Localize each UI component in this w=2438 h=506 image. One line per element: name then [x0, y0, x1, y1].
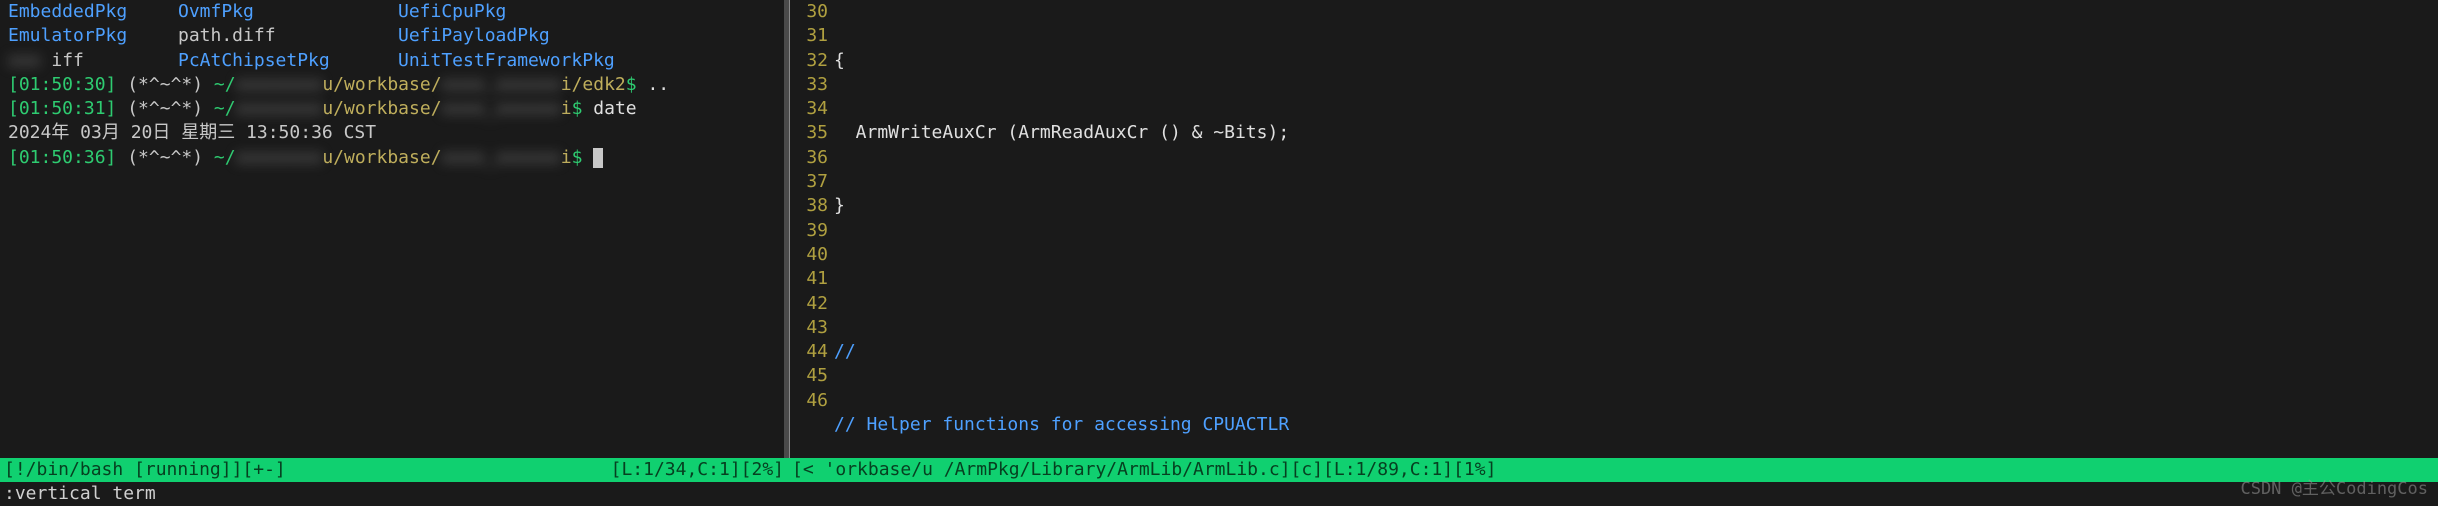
- line-number: 40: [790, 243, 828, 267]
- blurred-text: xxxxxxxx: [236, 98, 323, 119]
- line-number: 31: [790, 24, 828, 48]
- line-number: 35: [790, 121, 828, 145]
- date-output: 2024年 03月 20日 星期三 13:50:36 CST: [8, 121, 776, 145]
- prompt-dollar: $: [626, 74, 637, 95]
- ls-item: UefiCpuPkg: [398, 0, 776, 24]
- line-number: 43: [790, 316, 828, 340]
- line-number: 34: [790, 97, 828, 121]
- status-filename: [< 'orkbase/u /ArmPkg/Library/ArmLib/Arm…: [792, 458, 1496, 482]
- editor-pane[interactable]: 30 31 32 33 34 35 36 37 38 39 40 41 42 4…: [790, 0, 2438, 458]
- line-number: 33: [790, 73, 828, 97]
- line-number: 39: [790, 219, 828, 243]
- status-left: [!/bin/bash [running]][+-] [L:1/34,C:1][…: [0, 458, 788, 482]
- line-number: 38: [790, 194, 828, 218]
- prompt-tilde: ~/: [214, 98, 236, 119]
- ls-row: EmbeddedPkg OvmfPkg UefiCpuPkg: [8, 0, 776, 24]
- line-number: 44: [790, 340, 828, 364]
- line-number: 32: [790, 49, 828, 73]
- line-number: 42: [790, 292, 828, 316]
- command: ..: [647, 74, 669, 95]
- command-text: :vertical term: [4, 483, 156, 504]
- code-line: }: [834, 194, 2438, 218]
- line-number: 41: [790, 267, 828, 291]
- prompt-line: [01:50:30] (*^~^*) ~/xxxxxxxxu/workbase/…: [8, 73, 776, 97]
- ls-item: UnitTestFrameworkPkg: [398, 49, 776, 73]
- code-line: //: [834, 340, 2438, 364]
- line-number: 37: [790, 170, 828, 194]
- prompt-path: i: [561, 98, 572, 119]
- prompt-time: [01:50:31]: [8, 98, 116, 119]
- code-area[interactable]: { ArmWriteAuxCr (ArmReadAuxCr () & ~Bits…: [834, 0, 2438, 458]
- prompt-path: /workbase/: [333, 147, 441, 168]
- prompt-line: [01:50:36] (*^~^*) ~/xxxxxxxxu/workbase/…: [8, 146, 776, 170]
- prompt-dollar: $: [572, 98, 583, 119]
- ls-row: EmulatorPkg path.diff UefiPayloadPkg: [8, 24, 776, 48]
- prompt-path: u: [322, 98, 333, 119]
- line-number: 46: [790, 389, 828, 413]
- ls-item: EmulatorPkg: [8, 24, 178, 48]
- prompt-tilde: ~/: [214, 147, 236, 168]
- line-number: 30: [790, 0, 828, 24]
- prompt-face: (*^~^*): [127, 147, 203, 168]
- code-line: // Helper functions for accessing CPUACT…: [834, 413, 2438, 437]
- prompt-path: i/edk2: [561, 74, 626, 95]
- code-line: ArmWriteAuxCr (ArmReadAuxCr () & ~Bits);: [834, 121, 2438, 145]
- watermark: CSDN @主公CodingCos: [2240, 478, 2428, 501]
- command: date: [593, 98, 636, 119]
- status-bar: [!/bin/bash [running]][+-] [L:1/34,C:1][…: [0, 458, 2438, 482]
- prompt-path: /workbase/: [333, 98, 441, 119]
- prompt-tilde: ~/: [214, 74, 236, 95]
- blurred-text: xxxx_xxxxxx: [442, 74, 561, 95]
- terminal-cursor[interactable]: [593, 148, 603, 168]
- prompt-path: /workbase/: [333, 74, 441, 95]
- blurred-text: xxxx_xxxxxx: [442, 98, 561, 119]
- prompt-path: u: [322, 147, 333, 168]
- status-right: [< 'orkbase/u /ArmPkg/Library/ArmLib/Arm…: [788, 458, 2438, 482]
- line-number: 36: [790, 146, 828, 170]
- prompt-path: i: [561, 147, 572, 168]
- ls-item: PcAtChipsetPkg: [178, 49, 398, 73]
- prompt-time: [01:50:36]: [8, 147, 116, 168]
- ls-item: OvmfPkg: [178, 0, 398, 24]
- prompt-dollar: $: [572, 147, 583, 168]
- prompt-face: (*^~^*): [127, 74, 203, 95]
- blurred-text: xxxxxxxx: [236, 74, 323, 95]
- code-line: {: [834, 49, 2438, 73]
- prompt-face: (*^~^*): [127, 98, 203, 119]
- line-number-gutter: 30 31 32 33 34 35 36 37 38 39 40 41 42 4…: [790, 0, 834, 458]
- ls-item: path.diff: [178, 24, 398, 48]
- blurred-text: xxxxxxxx: [236, 147, 323, 168]
- prompt-path: u: [322, 74, 333, 95]
- ls-item: EmbeddedPkg: [8, 0, 178, 24]
- ls-item: UefiPayloadPkg: [398, 24, 776, 48]
- line-number: 45: [790, 364, 828, 388]
- prompt-line: [01:50:31] (*^~^*) ~/xxxxxxxxu/workbase/…: [8, 97, 776, 121]
- ls-item: xxx iff: [8, 49, 178, 73]
- command-line[interactable]: :vertical term: [0, 482, 2438, 504]
- code-line: [834, 267, 2438, 291]
- blurred-text: xxxx_xxxxxx: [442, 147, 561, 168]
- status-position: [L:1/34,C:1][2%]: [611, 458, 784, 482]
- ls-row: xxx iff PcAtChipsetPkg UnitTestFramework…: [8, 49, 776, 73]
- terminal-pane[interactable]: EmbeddedPkg OvmfPkg UefiCpuPkg EmulatorP…: [0, 0, 784, 458]
- status-buffer-name: [!/bin/bash [running]][+-]: [4, 458, 286, 482]
- prompt-time: [01:50:30]: [8, 74, 116, 95]
